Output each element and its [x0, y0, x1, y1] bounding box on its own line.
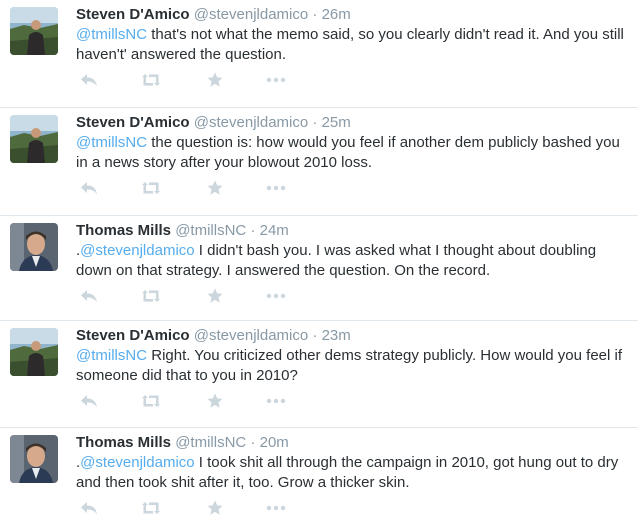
more-button[interactable] [263, 286, 289, 306]
tweet-actions [76, 286, 376, 306]
tweet[interactable]: Steven D'Amico @stevenjldamico · 23m @tm… [0, 321, 638, 428]
author-name[interactable]: Thomas Mills [76, 434, 171, 451]
retweet-button[interactable] [138, 286, 164, 306]
tweet-text: @tmillsNC the question is: how would you… [76, 133, 632, 173]
retweet-icon [142, 395, 160, 407]
retweet-button[interactable] [138, 391, 164, 411]
reply-button[interactable] [76, 286, 102, 306]
timestamp[interactable]: 25m [322, 114, 351, 131]
avatar[interactable] [10, 328, 58, 376]
tweet[interactable]: Steven D'Amico @stevenjldamico · 25m @tm… [0, 108, 638, 216]
separator: · [250, 222, 256, 239]
avatar[interactable] [10, 223, 58, 271]
tweet-body: that's not what the memo said, so you cl… [76, 26, 624, 63]
favorite-icon [207, 393, 223, 408]
more-icon [266, 185, 286, 191]
author-handle[interactable]: @stevenjldamico [194, 114, 308, 131]
separator: · [312, 327, 318, 344]
retweet-icon [142, 182, 160, 194]
more-button[interactable] [263, 391, 289, 411]
reply-button[interactable] [76, 70, 102, 90]
more-icon [266, 505, 286, 511]
tweet-body: the question is: how would you feel if a… [76, 134, 620, 171]
tweet-text: .@stevenjldamico I took shit all through… [76, 453, 632, 493]
tweet[interactable]: Thomas Mills @tmillsNC · 20m .@stevenjld… [0, 428, 638, 531]
retweet-icon [142, 502, 160, 514]
favorite-icon [207, 288, 223, 303]
retweet-button[interactable] [138, 70, 164, 90]
author-name[interactable]: Steven D'Amico [76, 327, 190, 344]
favorite-button[interactable] [202, 178, 228, 198]
author-handle[interactable]: @stevenjldamico [194, 6, 308, 23]
more-button[interactable] [263, 498, 289, 518]
author-handle[interactable]: @tmillsNC [175, 222, 246, 239]
timestamp[interactable]: 20m [260, 434, 289, 451]
avatar[interactable] [10, 435, 58, 483]
more-icon [266, 293, 286, 299]
reply-button[interactable] [76, 498, 102, 518]
mention-link[interactable]: @stevenjldamico [80, 242, 194, 259]
separator: · [312, 6, 318, 23]
reply-icon [81, 290, 97, 302]
tweet[interactable]: Steven D'Amico @stevenjldamico · 26m @tm… [0, 0, 638, 108]
author-name[interactable]: Steven D'Amico [76, 6, 190, 23]
favorite-icon [207, 180, 223, 195]
tweet-header: Thomas Mills @tmillsNC · 24m [76, 221, 289, 240]
tweet-header: Steven D'Amico @stevenjldamico · 23m [76, 326, 351, 345]
retweet-icon [142, 74, 160, 86]
tweet[interactable]: Thomas Mills @tmillsNC · 24m .@stevenjld… [0, 216, 638, 321]
author-handle[interactable]: @stevenjldamico [194, 327, 308, 344]
favorite-button[interactable] [202, 498, 228, 518]
author-handle[interactable]: @tmillsNC [175, 434, 246, 451]
tweet-header: Thomas Mills @tmillsNC · 20m [76, 433, 289, 452]
timestamp[interactable]: 26m [322, 6, 351, 23]
avatar[interactable] [10, 7, 58, 55]
author-name[interactable]: Steven D'Amico [76, 114, 190, 131]
timestamp[interactable]: 23m [322, 327, 351, 344]
tweet-header: Steven D'Amico @stevenjldamico · 26m [76, 5, 351, 24]
mention-link[interactable]: @tmillsNC [76, 26, 147, 43]
favorite-button[interactable] [202, 391, 228, 411]
tweet-actions [76, 70, 376, 90]
more-icon [266, 77, 286, 83]
mention-link[interactable]: @stevenjldamico [80, 454, 194, 471]
reply-icon [81, 502, 97, 514]
favorite-button[interactable] [202, 70, 228, 90]
reply-button[interactable] [76, 391, 102, 411]
reply-icon [81, 182, 97, 194]
mention-link[interactable]: @tmillsNC [76, 347, 147, 364]
author-name[interactable]: Thomas Mills [76, 222, 171, 239]
retweet-button[interactable] [138, 178, 164, 198]
tweet-text: @tmillsNC Right. You criticized other de… [76, 346, 632, 386]
retweet-icon [142, 290, 160, 302]
favorite-button[interactable] [202, 286, 228, 306]
reply-icon [81, 395, 97, 407]
tweet-body: Right. You criticized other dems strateg… [76, 347, 623, 384]
tweet-actions [76, 391, 376, 411]
favorite-icon [207, 72, 223, 87]
tweet-actions [76, 498, 376, 518]
reply-button[interactable] [76, 178, 102, 198]
tweet-header: Steven D'Amico @stevenjldamico · 25m [76, 113, 351, 132]
mention-link[interactable]: @tmillsNC [76, 134, 147, 151]
favorite-icon [207, 500, 223, 515]
reply-icon [81, 74, 97, 86]
tweet-text: .@stevenjldamico I didn't bash you. I wa… [76, 241, 632, 281]
retweet-button[interactable] [138, 498, 164, 518]
tweet-actions [76, 178, 376, 198]
timestamp[interactable]: 24m [260, 222, 289, 239]
tweet-text: @tmillsNC that's not what the memo said,… [76, 25, 632, 65]
more-button[interactable] [263, 178, 289, 198]
separator: · [312, 114, 318, 131]
separator: · [250, 434, 256, 451]
more-icon [266, 398, 286, 404]
avatar[interactable] [10, 115, 58, 163]
more-button[interactable] [263, 70, 289, 90]
